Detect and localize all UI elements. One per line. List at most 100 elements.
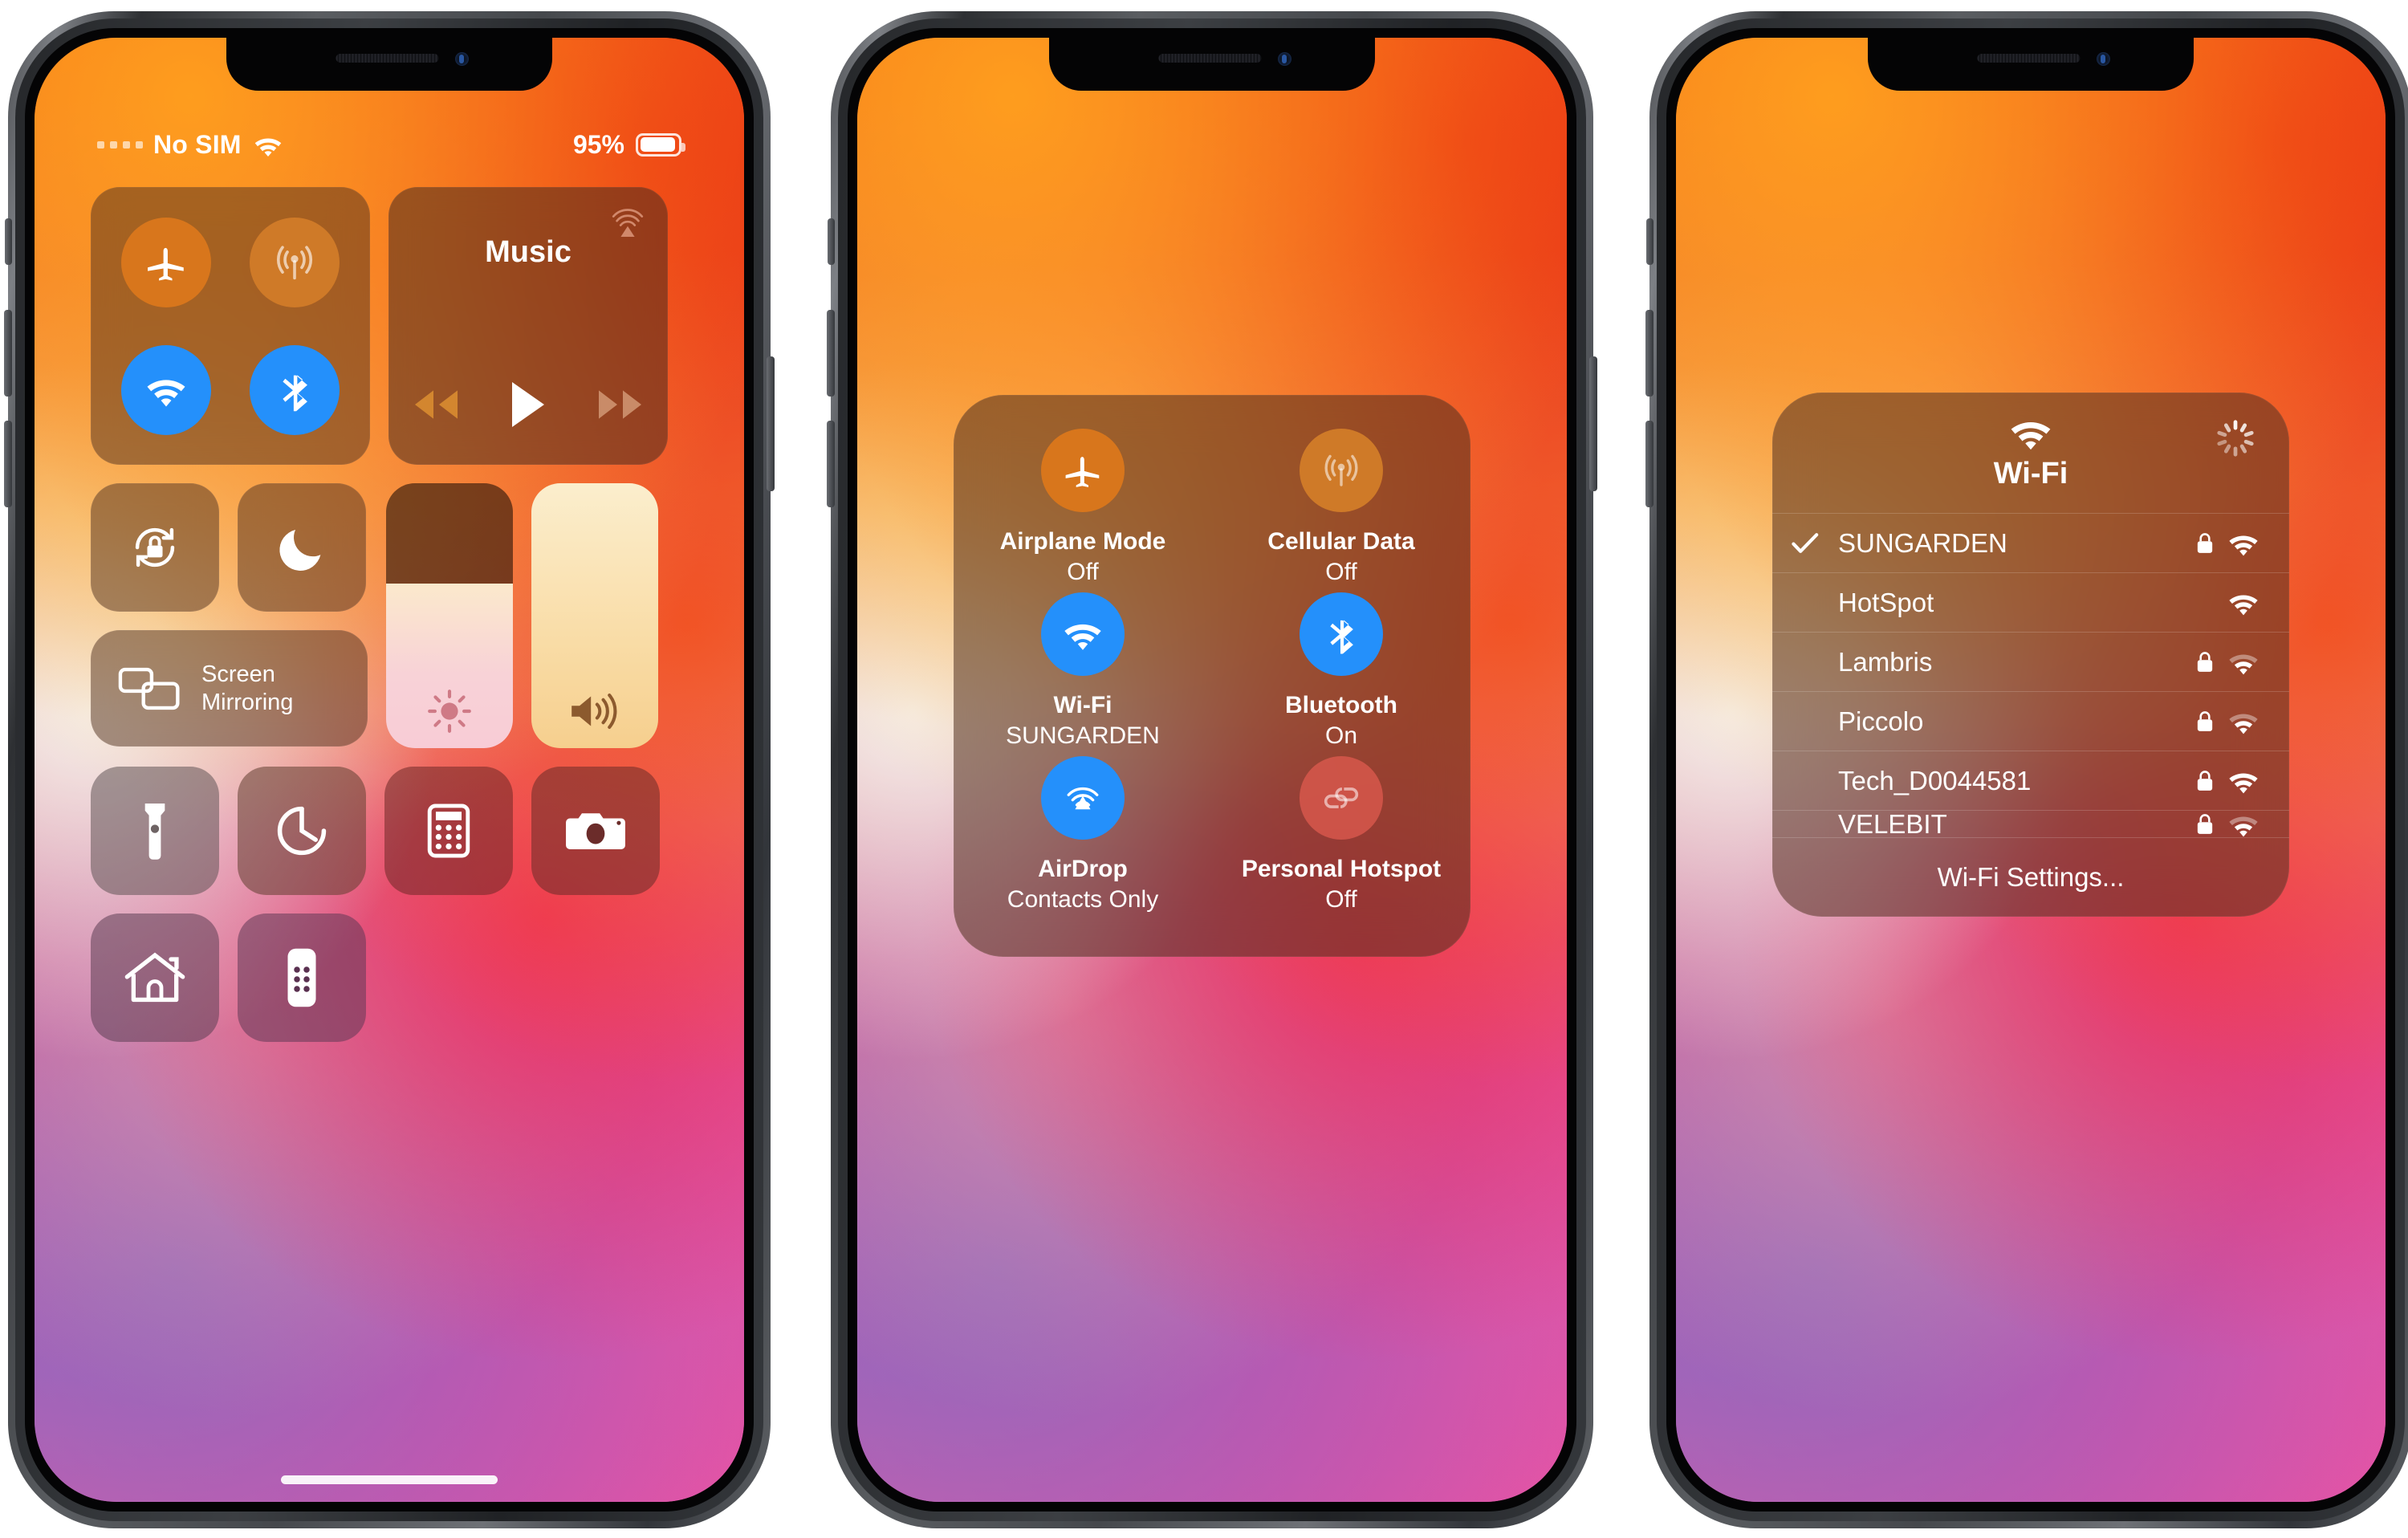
phone-screen-1: No SIM 95% Music Screen Mirroring	[35, 38, 744, 1502]
camera-icon	[564, 806, 627, 856]
wifi-network-row-hotspot[interactable]: HotSpot	[1772, 573, 2289, 633]
timer-button[interactable]	[238, 767, 366, 895]
wifi-chooser-title: Wi-Fi	[1993, 456, 2068, 490]
wifi-network-row-sungarden[interactable]: SUNGARDEN	[1772, 514, 2289, 573]
bluetooth-toggle[interactable]	[250, 344, 340, 435]
rotation-lock-toggle[interactable]	[91, 483, 219, 612]
do-not-disturb-toggle[interactable]	[238, 483, 366, 612]
wifi-chooser-panel: Wi-Fi SUNGARDEN HotSpot Lambris Piccolo …	[1772, 393, 2289, 917]
mute-switch[interactable]	[5, 218, 12, 265]
wifi-toggle[interactable]	[121, 344, 211, 435]
bluetooth-icon	[273, 366, 316, 414]
wifi-ssid: SUNGARDEN	[1838, 527, 2007, 558]
rewind-icon[interactable]	[411, 387, 461, 422]
connectivity-expanded-panel: Airplane Mode Off Cellular Data Off Wi-F…	[954, 395, 1470, 957]
cellular-data-toggle[interactable]	[250, 217, 340, 307]
volume-up-button[interactable]	[4, 310, 12, 397]
cc-row-top: Music	[91, 187, 688, 465]
wifi-ssid: Tech_D0044581	[1838, 765, 2032, 795]
mute-switch[interactable]	[1646, 218, 1653, 265]
screen-mirroring-button[interactable]: Screen Mirroring	[91, 630, 368, 747]
personal-hotspot-toggle[interactable]	[1300, 756, 1383, 840]
wifi-ssid: Lambris	[1838, 646, 1933, 677]
personal-hotspot-status: Off	[1325, 885, 1357, 913]
wifi-icon	[1061, 617, 1104, 651]
cellular-data-status: Off	[1325, 558, 1357, 585]
volume-down-button[interactable]	[4, 421, 12, 507]
remote-icon	[286, 946, 318, 1009]
three-phone-comparison: No SIM 95% Music Screen Mirroring Airpla…	[0, 0, 2408, 1538]
signal-dots-icon	[97, 140, 143, 149]
wifi-settings-button[interactable]: Wi-Fi Settings...	[1772, 838, 2289, 917]
wifi-toggle[interactable]	[1041, 592, 1125, 676]
wifi-network-row-velebit[interactable]: VELEBIT	[1772, 811, 2289, 838]
flashlight-button[interactable]	[91, 767, 219, 895]
airplane-mode-label: Airplane Mode	[999, 528, 1166, 555]
wifi-row-icons	[2196, 531, 2260, 556]
airplane-icon	[1061, 449, 1104, 492]
airplane-mode-toggle[interactable]	[1041, 429, 1125, 512]
wifi-ssid: VELEBIT	[1838, 811, 1947, 838]
wifi-label: Wi-Fi	[1053, 692, 1112, 718]
notch	[1868, 38, 2194, 91]
wifi-signal-icon	[2227, 768, 2260, 794]
airdrop-toggle[interactable]	[1041, 756, 1125, 840]
cellular-data-toggle[interactable]	[1300, 429, 1383, 512]
fast-forward-icon[interactable]	[596, 387, 645, 422]
wifi-signal-icon	[2227, 590, 2260, 616]
wifi-network-row-tech[interactable]: Tech_D0044581	[1772, 751, 2289, 811]
power-button[interactable]	[767, 356, 775, 491]
music-transport	[411, 380, 645, 429]
status-bar: No SIM 95%	[35, 124, 744, 165]
brightness-icon	[386, 674, 513, 748]
bluetooth-cell[interactable]: Bluetooth On	[1212, 592, 1470, 756]
wifi-signal-icon	[2227, 709, 2260, 734]
flashlight-icon	[139, 801, 171, 861]
volume-down-button[interactable]	[1645, 421, 1653, 507]
bluetooth-toggle[interactable]	[1300, 592, 1383, 676]
apple-tv-remote-button[interactable]	[238, 913, 366, 1042]
home-indicator[interactable]	[281, 1475, 498, 1484]
home-icon	[123, 950, 187, 1006]
volume-up-button[interactable]	[827, 310, 835, 397]
calculator-button[interactable]	[384, 767, 513, 895]
music-title: Music	[485, 235, 571, 269]
cc-row-shortcuts-1	[91, 767, 688, 895]
connectivity-card[interactable]	[91, 187, 370, 465]
personal-hotspot-cell[interactable]: Personal Hotspot Off	[1212, 756, 1470, 920]
wifi-network-row-lambris[interactable]: Lambris	[1772, 633, 2289, 692]
wifi-row-icons	[2196, 649, 2260, 675]
music-card[interactable]: Music	[388, 187, 668, 465]
airplane-mode-toggle[interactable]	[121, 217, 211, 307]
mute-switch[interactable]	[828, 218, 835, 265]
cellular-data-cell[interactable]: Cellular Data Off	[1212, 429, 1470, 592]
airplane-mode-cell[interactable]: Airplane Mode Off	[954, 429, 1212, 592]
phone-screen-3: Wi-Fi SUNGARDEN HotSpot Lambris Piccolo …	[1676, 38, 2386, 1502]
airdrop-cell[interactable]: AirDrop Contacts Only	[954, 756, 1212, 920]
checkmark-icon	[1792, 532, 1838, 555]
wifi-network-list[interactable]: SUNGARDEN HotSpot Lambris Piccolo Tech_D…	[1772, 513, 2289, 838]
phone-connectivity-expanded: Airplane Mode Off Cellular Data Off Wi-F…	[827, 11, 1597, 1528]
volume-up-button[interactable]	[1645, 310, 1653, 397]
volume-slider[interactable]	[531, 483, 658, 748]
airplay-audio-icon[interactable]	[608, 205, 647, 243]
personal-hotspot-label: Personal Hotspot	[1241, 856, 1442, 882]
airdrop-label: AirDrop	[1038, 856, 1128, 882]
volume-down-button[interactable]	[827, 421, 835, 507]
wifi-icon	[2007, 415, 2054, 450]
home-button[interactable]	[91, 913, 219, 1042]
brightness-slider[interactable]	[386, 483, 513, 748]
wifi-row-icons	[2227, 590, 2260, 616]
wifi-signal-icon	[2227, 531, 2260, 556]
wifi-row-icons	[2196, 768, 2260, 794]
timer-icon	[273, 802, 331, 860]
loading-spinner-icon	[2214, 417, 2257, 460]
play-icon[interactable]	[507, 380, 549, 429]
front-camera-icon	[2097, 52, 2110, 66]
wifi-network-row-piccolo[interactable]: Piccolo	[1772, 692, 2289, 751]
airdrop-icon	[1060, 775, 1105, 820]
power-button[interactable]	[1589, 356, 1597, 491]
camera-button[interactable]	[531, 767, 660, 895]
wifi-cell[interactable]: Wi-Fi SUNGARDEN	[954, 592, 1212, 756]
screen-mirroring-icon	[118, 665, 181, 713]
